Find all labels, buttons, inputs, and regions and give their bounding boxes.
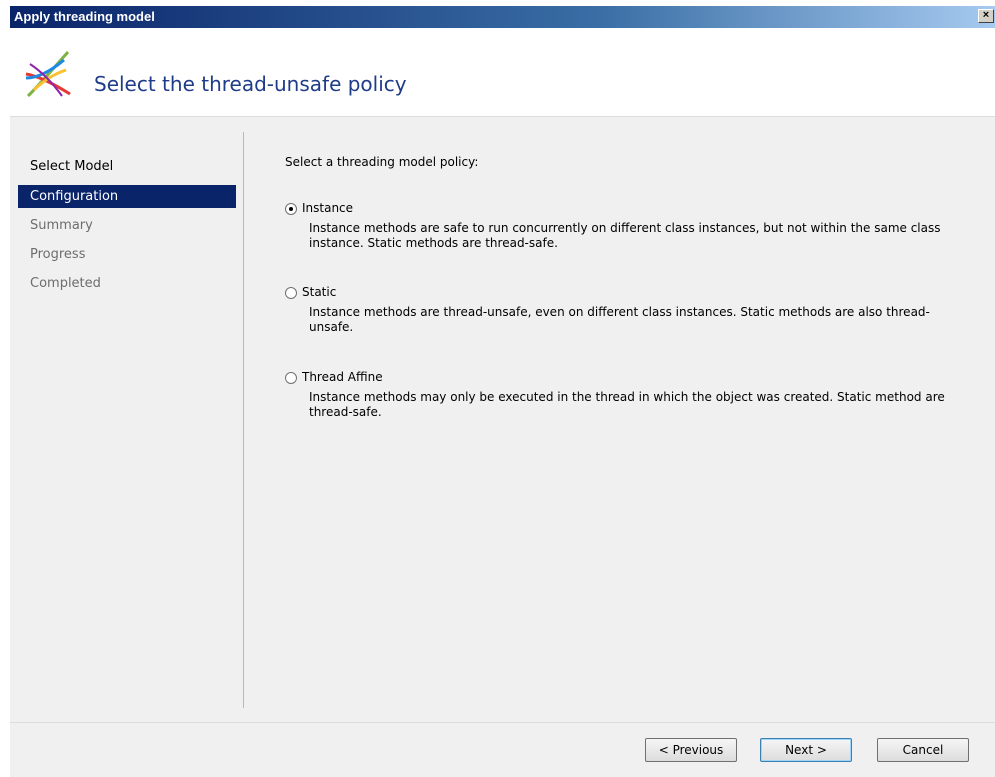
wizard-window: Apply threading model × Select the threa… xyxy=(0,0,995,777)
static-description: Instance methods are thread-unsafe, even… xyxy=(309,305,930,334)
thread-affine-description: Instance methods may only be executed in… xyxy=(309,390,945,419)
nav-item-configuration[interactable]: Configuration xyxy=(18,185,236,208)
nav-item-summary: Summary xyxy=(30,218,93,233)
policy-prompt: Select a threading model policy: xyxy=(285,155,479,169)
thread-affine-radio[interactable] xyxy=(285,372,297,384)
instance-radio[interactable] xyxy=(285,203,297,215)
page-title: Select the thread-unsafe policy xyxy=(94,72,407,96)
instance-label[interactable]: Instance xyxy=(302,201,353,215)
instance-description: Instance methods are safe to run concurr… xyxy=(309,221,941,250)
close-button[interactable]: × xyxy=(978,9,994,23)
cancel-button[interactable]: Cancel xyxy=(877,738,969,762)
thread-affine-label[interactable]: Thread Affine xyxy=(302,370,383,384)
static-radio[interactable] xyxy=(285,287,297,299)
title-bar[interactable]: Apply threading model × xyxy=(10,6,995,28)
wizard-footer: < Previous Next > Cancel xyxy=(10,723,995,777)
nav-item-progress: Progress xyxy=(30,247,86,262)
window-title: Apply threading model xyxy=(14,9,155,24)
next-button[interactable]: Next > xyxy=(760,738,852,762)
wizard-header: Select the thread-unsafe policy xyxy=(10,28,995,116)
nav-item-completed: Completed xyxy=(30,276,101,291)
wizard-step-nav: Select Model Configuration Summary Progr… xyxy=(10,117,244,722)
nav-item-select-model[interactable]: Select Model xyxy=(18,155,236,178)
static-label[interactable]: Static xyxy=(302,285,336,299)
crossed-threads-icon xyxy=(25,50,71,98)
close-icon: × xyxy=(982,9,990,21)
nav-divider xyxy=(243,132,244,708)
wizard-content: Select Model Configuration Summary Progr… xyxy=(10,117,995,722)
previous-button[interactable]: < Previous xyxy=(645,738,737,762)
